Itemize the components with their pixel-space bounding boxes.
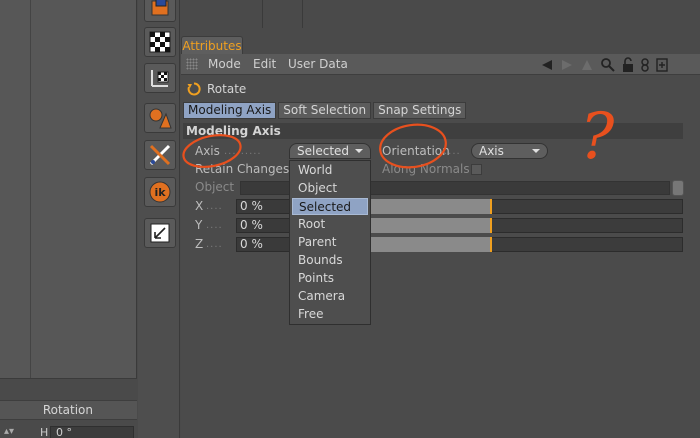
x-label: X: [195, 199, 204, 213]
h-rotation-field[interactable]: 0 °: [50, 426, 134, 438]
texture-axis-icon[interactable]: [144, 63, 176, 93]
menu-mode[interactable]: Mode: [208, 57, 241, 71]
nav-toolbar: [540, 57, 668, 73]
axis-option-camera[interactable]: Camera: [292, 288, 368, 305]
viewport-panel: [0, 0, 137, 378]
object-manager-area: [181, 0, 700, 32]
label-leader: ....: [206, 201, 223, 212]
axis-option-selected[interactable]: Selected: [292, 198, 368, 215]
rotation-header: Rotation: [0, 400, 137, 420]
label-leader: ....: [444, 146, 461, 157]
section-modeling-axis: Modeling Axis: [183, 123, 683, 139]
z-slider-fill: [370, 237, 492, 252]
chevron-down-icon: [355, 149, 363, 153]
tab-attributes[interactable]: Attributes: [181, 36, 243, 55]
axis-option-root[interactable]: Root: [292, 216, 368, 233]
orientation-dropdown-value: Axis: [479, 144, 504, 158]
lock-icon[interactable]: [622, 57, 634, 73]
bone-tool-icon[interactable]: [144, 140, 176, 170]
orientation-dropdown[interactable]: Axis: [471, 143, 548, 159]
column-divider: [302, 0, 303, 28]
axis-option-object[interactable]: Object: [292, 180, 368, 197]
svg-text:ik: ik: [154, 186, 166, 199]
stepper-arrow-icon[interactable]: ▴▾: [4, 426, 14, 437]
menu-edit[interactable]: Edit: [253, 57, 276, 71]
column-divider: [262, 0, 263, 28]
sub-tab-bar: Modeling Axis Soft Selection Snap Settin…: [183, 102, 467, 119]
axis-label: Axis: [195, 144, 220, 158]
orientation-label: Orientation: [382, 144, 450, 158]
back-arrow-icon[interactable]: [540, 58, 554, 72]
chevron-down-icon: [532, 149, 540, 153]
h-rotation-row: ▴▾ H 0 °: [0, 422, 137, 438]
object-field-handle[interactable]: [672, 180, 684, 196]
checker-texture-icon[interactable]: [144, 27, 176, 57]
tab-soft-selection[interactable]: Soft Selection: [278, 102, 372, 119]
label-leader: ....: [206, 220, 223, 231]
x-slider-fill: [370, 199, 492, 214]
axis-dropdown-value: Selected: [297, 144, 350, 158]
search-icon[interactable]: [600, 57, 616, 73]
workplane-icon[interactable]: [144, 218, 176, 248]
pin-icon[interactable]: [640, 57, 650, 73]
axis-dropdown[interactable]: Selected: [289, 143, 371, 159]
axis-option-world[interactable]: World: [292, 162, 368, 179]
tab-snap-settings[interactable]: Snap Settings: [373, 102, 467, 119]
menu-user-data[interactable]: User Data: [288, 57, 348, 71]
y-label: Y: [195, 218, 203, 232]
y-slider-fill: [370, 218, 492, 233]
axis-option-free[interactable]: Free: [292, 306, 368, 323]
axis-option-parent[interactable]: Parent: [292, 234, 368, 251]
object-name: Rotate: [207, 82, 247, 96]
grip-icon[interactable]: [186, 58, 198, 70]
h-label: H: [40, 426, 49, 438]
new-panel-icon[interactable]: [656, 58, 668, 72]
axis-option-bounds[interactable]: Bounds: [292, 252, 368, 269]
panel-divider: [30, 0, 31, 378]
axis-options-list: World Object Selected Root Parent Bounds…: [289, 160, 371, 325]
along-normals-label: Along Normals: [382, 162, 470, 176]
rotate-tool-icon: [187, 82, 201, 96]
label-leader: .........: [224, 146, 262, 157]
up-arrow-icon[interactable]: [580, 58, 594, 72]
object-title: Rotate: [187, 80, 246, 98]
label-leader: ....: [206, 239, 223, 250]
tab-modeling-axis[interactable]: Modeling Axis: [183, 102, 277, 119]
z-label: Z: [195, 237, 204, 251]
retain-changes-label: Retain Changes: [195, 162, 290, 176]
sculpt-objects-icon[interactable]: [144, 103, 176, 133]
ik-tag-icon[interactable]: ik: [144, 177, 176, 207]
tool-cube-icon[interactable]: [144, 0, 176, 22]
app-window: Rotation ▴▾ H 0 ° ik Attributes Mode Edi…: [0, 0, 700, 438]
along-normals-checkbox[interactable]: [471, 164, 482, 175]
object-label: Object: [195, 180, 235, 194]
axis-option-points[interactable]: Points: [292, 270, 368, 287]
forward-arrow-icon[interactable]: [560, 58, 574, 72]
